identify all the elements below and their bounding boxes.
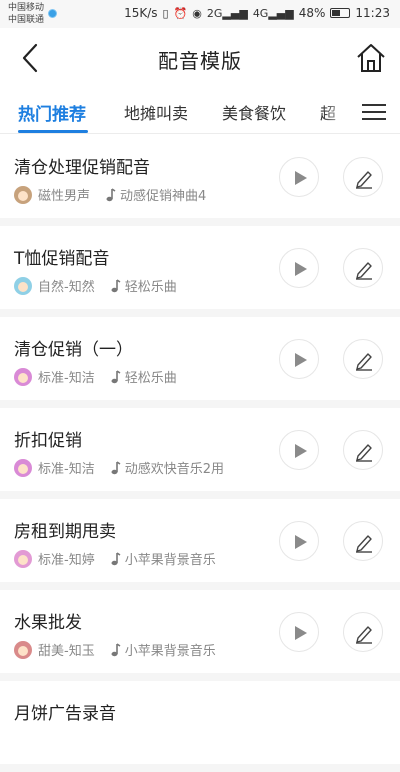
template-title: 月饼广告录音 [14,699,116,724]
battery-percent: 48% [299,6,326,20]
carrier-2: 中国联通 [8,14,44,26]
tab-street-vendor[interactable]: 地摊叫卖 [124,100,188,124]
play-icon [280,522,320,562]
template-meta: 甜美-知玉 小苹果背景音乐 [14,640,216,659]
eye-icon: ◉ [192,7,202,20]
voice-avatar [14,368,32,386]
music-name: 动感欢快音乐2用 [125,458,224,477]
edit-button[interactable] [343,339,383,379]
play-button[interactable] [279,157,319,197]
play-button[interactable] [279,430,319,470]
music-name: 小苹果背景音乐 [125,640,216,659]
template-list: 清仓处理促销配音 磁性男声 动感促销神曲4 [0,135,400,772]
network-speed: 15K/s [124,6,157,20]
pencil-icon [344,249,384,289]
voice-avatar [14,186,32,204]
template-meta: 磁性男声 动感促销神曲4 [14,185,206,204]
pencil-icon [344,340,384,380]
template-title: 水果批发 [14,608,82,633]
home-button[interactable] [356,42,386,74]
template-title: 清仓处理促销配音 [14,153,150,178]
template-meta: 自然-知然 轻松乐曲 [14,276,177,295]
play-icon [280,158,320,198]
music-name: 轻松乐曲 [125,276,177,295]
play-button[interactable] [279,248,319,288]
voice-avatar [14,550,32,568]
pencil-icon [344,613,384,653]
voice-name: 标准-知洁 [38,367,95,386]
tab-fade [322,88,352,132]
vibrate-icon: ▯ [163,7,169,20]
template-meta: 标准-知婷 小苹果背景音乐 [14,549,216,568]
list-item[interactable]: 房租到期甩卖 标准-知婷 小苹果背景音乐 [0,499,400,590]
music-note-icon [109,279,121,293]
status-bar: 中国移动 中国联通 15K/s ▯ ⏰ ◉ 2G▂▄▆ 4G▂▄▆ 48% 11… [0,0,400,28]
voice-name: 标准-知婷 [38,549,95,568]
home-icon [356,42,386,74]
alarm-icon: ⏰ [174,7,188,20]
edit-button[interactable] [343,521,383,561]
voice-avatar [14,277,32,295]
play-icon [280,249,320,289]
status-right: 15K/s ▯ ⏰ ◉ 2G▂▄▆ 4G▂▄▆ 48% 11:23 [124,6,390,20]
list-item[interactable]: T恤促销配音 自然-知然 轻松乐曲 [0,226,400,317]
active-tab-indicator [18,130,88,133]
template-title: 房租到期甩卖 [14,517,116,542]
edit-button[interactable] [343,612,383,652]
tab-food[interactable]: 美食餐饮 [222,100,286,124]
play-icon [280,340,320,380]
music-name: 小苹果背景音乐 [125,549,216,568]
play-button[interactable] [279,612,319,652]
play-button[interactable] [279,521,319,561]
music-note-icon [109,461,121,475]
pencil-icon [344,158,384,198]
list-item[interactable]: 清仓处理促销配音 磁性男声 动感促销神曲4 [0,135,400,226]
pencil-icon [344,522,384,562]
edit-button[interactable] [343,430,383,470]
music-note-icon [104,188,116,202]
category-tabs: 热门推荐 地摊叫卖 美食餐饮 超 [0,88,400,134]
template-title: 清仓促销（一） [14,335,133,360]
menu-icon[interactable] [362,102,388,122]
signal-2g-icon: 2G▂▄▆ [207,7,248,20]
template-title: T恤促销配音 [14,244,109,269]
voice-avatar [14,459,32,477]
music-note-icon [109,370,121,384]
list-item[interactable]: 水果批发 甜美-知玉 小苹果背景音乐 [0,590,400,681]
hd-icon [48,9,57,18]
signal-4g-icon: 4G▂▄▆ [253,7,294,20]
music-note-icon [109,552,121,566]
battery-icon [330,8,350,18]
title-bar: 配音模版 [0,28,400,88]
edit-button[interactable] [343,157,383,197]
template-meta: 标准-知洁 动感欢快音乐2用 [14,458,224,477]
play-icon [280,613,320,653]
voice-name: 甜美-知玉 [38,640,95,659]
music-name: 动感促销神曲4 [120,185,206,204]
page-title: 配音模版 [0,45,400,74]
voice-name: 标准-知洁 [38,458,95,477]
clock: 11:23 [355,6,390,20]
list-item[interactable]: 折扣促销 标准-知洁 动感欢快音乐2用 [0,408,400,499]
play-icon [280,431,320,471]
carrier-info: 中国移动 中国联通 [8,2,44,26]
bottom-fade [240,681,400,711]
voice-name: 自然-知然 [38,276,95,295]
list-item[interactable]: 清仓促销（一） 标准-知洁 轻松乐曲 [0,317,400,408]
play-button[interactable] [279,339,319,379]
voice-avatar [14,641,32,659]
edit-button[interactable] [343,248,383,288]
carrier-1: 中国移动 [8,2,44,14]
voice-name: 磁性男声 [38,185,90,204]
template-meta: 标准-知洁 轻松乐曲 [14,367,177,386]
music-note-icon [109,643,121,657]
music-name: 轻松乐曲 [125,367,177,386]
tab-hot[interactable]: 热门推荐 [18,100,86,125]
pencil-icon [344,431,384,471]
template-title: 折扣促销 [14,426,82,451]
